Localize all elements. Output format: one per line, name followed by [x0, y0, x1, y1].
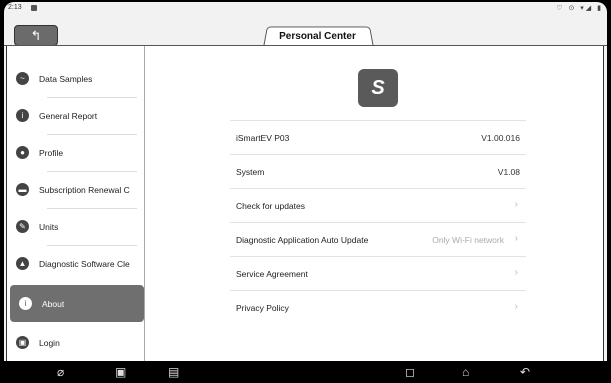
status-bar: 2:13 ♡ ⊙ ▾◢ ▮ [4, 2, 607, 16]
sidebar-item-data-samples[interactable]: ~ Data Samples [7, 60, 145, 97]
page-title: Personal Center [279, 31, 356, 42]
row-label: Privacy Policy [236, 303, 289, 313]
status-time: 2:13 [8, 4, 22, 11]
sidebar-item-label: Units [39, 221, 59, 232]
row-service-agreement[interactable]: Service Agreement › [230, 256, 526, 291]
vci-icon[interactable]: ▤ [168, 365, 179, 379]
row-label: Check for updates [236, 201, 305, 211]
header: ↰ Personal Center [4, 16, 607, 49]
browser-icon[interactable]: ⌀ [57, 365, 64, 379]
sidebar-item-label: Login [39, 337, 60, 348]
clean-icon: ▲ [16, 257, 29, 270]
back-icon[interactable]: ↶ [520, 365, 530, 379]
row-value: V1.08 [497, 167, 520, 177]
navigation-bar: ⌀ ▣ ▤ ◻ ⌂ ↶ [0, 361, 611, 383]
sidebar-item-label: Data Samples [39, 73, 93, 84]
row-system-version: System V1.08 [230, 154, 526, 189]
chevron-right-icon: › [514, 233, 518, 244]
row-value: Only Wi-Fi network [432, 235, 504, 245]
row-check-updates[interactable]: Check for updates › [230, 188, 526, 223]
sidebar-item-label: Subscription Renewal C [39, 184, 130, 195]
row-auto-update[interactable]: Diagnostic Application Auto Update Only … [230, 222, 526, 257]
device-frame: 2:13 ♡ ⊙ ▾◢ ▮ ↰ Personal Center ~ Data S… [4, 2, 607, 381]
home-icon[interactable]: ⌂ [462, 365, 469, 379]
status-icons: ♡ ⊙ ▾◢ ▮ [556, 5, 603, 12]
about-panel: S iSmartEV P03 V1.00.016 System V1.08 Ch… [145, 46, 604, 362]
row-label: Service Agreement [236, 269, 308, 279]
sidebar-item-about[interactable]: i About [10, 285, 144, 322]
user-icon: ● [16, 146, 29, 159]
pencil-icon: ✎ [16, 220, 29, 233]
info-icon: i [16, 109, 29, 122]
sidebar-item-subscription-renewal[interactable]: ▬ Subscription Renewal C [7, 171, 145, 208]
row-label: iSmartEV P03 [236, 133, 290, 143]
row-privacy-policy[interactable]: Privacy Policy › [230, 290, 526, 325]
row-value: V1.00.016 [481, 133, 520, 143]
sidebar-item-diagnostic-software-clean[interactable]: ▲ Diagnostic Software Cle [7, 245, 145, 282]
gallery-icon[interactable]: ▣ [115, 365, 126, 379]
sidebar-item-label: General Report [39, 110, 98, 121]
sidebar-item-profile[interactable]: ● Profile [7, 134, 145, 171]
login-icon: ▣ [16, 336, 29, 349]
sidebar-item-label: Diagnostic Software Cle [39, 258, 130, 269]
notification-icon [31, 5, 37, 11]
info-icon: i [19, 297, 32, 310]
waveform-icon: ~ [16, 72, 29, 85]
sidebar-item-label: About [42, 298, 65, 309]
sidebar-item-login[interactable]: ▣ Login [7, 324, 145, 361]
row-label: System [236, 167, 265, 177]
sidebar-item-units[interactable]: ✎ Units [7, 208, 145, 245]
sidebar: ~ Data Samples i General Report ● Profil… [6, 46, 145, 362]
chevron-right-icon: › [514, 267, 518, 278]
row-device-version: iSmartEV P03 V1.00.016 [230, 120, 526, 155]
back-button[interactable]: ↰ [14, 25, 58, 46]
card-icon: ▬ [16, 183, 29, 196]
row-label: Diagnostic Application Auto Update [236, 235, 369, 245]
app-logo: S [358, 69, 398, 107]
back-arrow-icon: ↰ [30, 27, 42, 43]
sidebar-item-general-report[interactable]: i General Report [7, 97, 145, 134]
recents-icon[interactable]: ◻ [405, 365, 415, 379]
chevron-right-icon: › [514, 199, 518, 210]
chevron-right-icon: › [514, 301, 518, 312]
sidebar-item-label: Profile [39, 147, 64, 158]
